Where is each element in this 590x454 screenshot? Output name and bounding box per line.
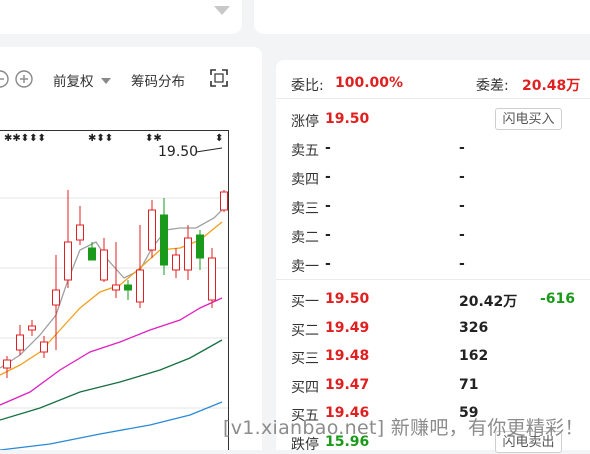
divider — [276, 279, 590, 280]
kline-chart-panel: 前复权 筹码分布 ✱✱⬍⬍⬍ ✱⬍⬍ ⬍✱ ⬍ 19.50 — [0, 47, 262, 450]
watermark-text: [v1.xianbao.net] 新赚吧，有你更精彩！ — [223, 417, 584, 439]
sell-level-price: - — [325, 227, 331, 243]
candle-body — [136, 269, 144, 303]
sell-level-label: 卖二 — [291, 230, 319, 246]
buy-level-price: 19.49 — [325, 319, 370, 336]
sell-level-volume: - — [459, 169, 465, 185]
candle-body — [3, 359, 11, 369]
weibi-value: 100.00% — [335, 75, 404, 91]
candle-body — [112, 284, 120, 291]
buy-level-label: 买三 — [291, 351, 319, 367]
sell-level-volume: - — [459, 256, 465, 272]
candle-body — [124, 284, 132, 291]
candle-body — [184, 237, 192, 271]
buy-level-volume: 162 — [459, 348, 489, 364]
fuquan-dropdown[interactable]: 前复权 — [53, 70, 111, 90]
candle-body — [160, 214, 168, 266]
fullscreen-icon[interactable] — [210, 69, 228, 87]
divider — [276, 98, 590, 99]
buy-level-price: 19.50 — [325, 291, 370, 307]
star-marker-group: ✱⬍⬍ — [88, 133, 113, 144]
chip-distribution-button[interactable]: 筹码分布 — [131, 70, 185, 90]
sell-level-price: - — [325, 256, 331, 272]
sell-level-volume: - — [459, 198, 465, 214]
candle-body — [40, 341, 48, 353]
sell-level-price: - — [325, 198, 331, 214]
top-right-panel — [254, 0, 590, 34]
order-book-panel: 委比: 100.00% 委差: 20.48万 涨停 19.50 闪电买入 卖五 -… — [276, 60, 590, 453]
candle-body — [196, 234, 204, 259]
star-marker-group: ⬍ — [215, 133, 223, 144]
buy-level-price: 19.47 — [325, 376, 370, 393]
limit-up-price: 19.50 — [325, 111, 370, 127]
buy-level-volume: 20.42万 — [459, 294, 518, 310]
buy-level-volume: 71 — [459, 376, 479, 393]
weicha-label: 委差: — [476, 78, 509, 94]
candle-body — [220, 191, 228, 211]
zoom-out-icon[interactable] — [0, 69, 10, 89]
buy-level-label: 买四 — [291, 379, 319, 396]
candle-body — [88, 247, 96, 261]
buy-level-label: 买一 — [291, 294, 319, 310]
candle-body — [52, 289, 60, 306]
buy-level-price: 19.48 — [325, 348, 370, 364]
fuquan-label: 前复权 — [53, 74, 94, 90]
candle-body — [64, 241, 72, 281]
top-left-panel — [0, 0, 242, 34]
collapse-chevron-icon[interactable] — [214, 6, 230, 15]
buy-level-change: -616 — [540, 291, 576, 307]
kline-chart: ✱✱⬍⬍⬍ ✱⬍⬍ ⬍✱ ⬍ 19.50 — [0, 130, 229, 450]
sell-level-label: 卖三 — [291, 201, 319, 217]
limit-up-label: 涨停 — [291, 114, 319, 130]
sell-level-volume: - — [459, 227, 465, 243]
sell-level-label: 卖四 — [291, 172, 319, 188]
buy-level-volume: 326 — [459, 319, 489, 336]
sell-level-price: - — [325, 140, 331, 156]
candle-body — [28, 325, 36, 331]
sell-level-label: 卖一 — [291, 259, 319, 275]
weicha-value: 20.48万 — [522, 78, 581, 94]
candle-body — [172, 254, 180, 271]
buy-level-label: 买二 — [291, 322, 319, 339]
sell-level-volume: - — [459, 140, 465, 156]
candle-body — [208, 257, 216, 301]
candle-body — [100, 249, 108, 281]
sell-level-label: 卖五 — [291, 143, 319, 159]
zoom-in-icon[interactable] — [14, 69, 34, 89]
sell-level-price: - — [325, 169, 331, 185]
star-marker-group: ✱✱⬍⬍⬍ — [4, 133, 46, 144]
star-marker-group: ⬍✱ — [145, 133, 162, 144]
high-price-label: 19.50 — [158, 144, 198, 160]
candle-body — [16, 334, 24, 351]
candle-body — [148, 209, 156, 251]
candle-body — [76, 224, 84, 241]
flash-buy-button[interactable]: 闪电买入 — [495, 108, 562, 130]
weibi-label: 委比: — [291, 78, 324, 94]
fuquan-caret-icon — [100, 78, 111, 84]
